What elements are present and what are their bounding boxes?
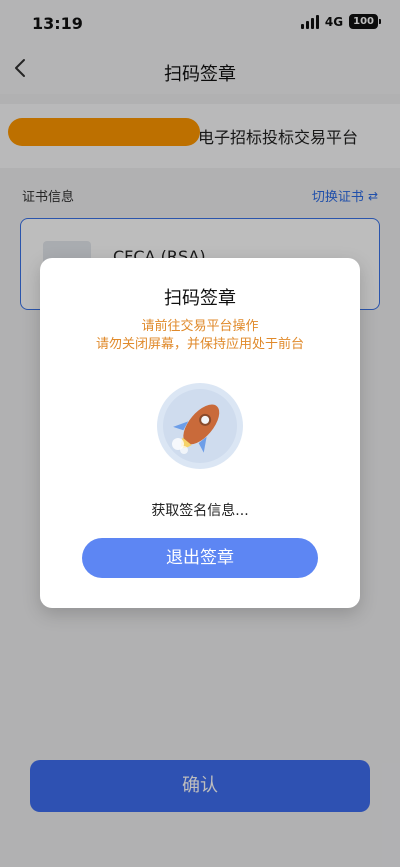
exit-sign-button[interactable]: 退出签章 — [82, 538, 318, 578]
modal-title: 扫码签章 — [164, 288, 236, 309]
notice-line-1: 请前往交易平台操作 — [141, 319, 259, 334]
modal-status-text: 获取签名信息... — [151, 503, 249, 519]
rocket-icon — [156, 382, 244, 470]
scan-sign-modal: 扫码签章 请前往交易平台操作 请勿关闭屏幕，并保持应用处于前台 获取签名信息..… — [40, 258, 360, 608]
notice-line-2: 请勿关闭屏幕，并保持应用处于前台 — [95, 337, 304, 352]
modal-notice: 请前往交易平台操作 请勿关闭屏幕，并保持应用处于前台 — [40, 318, 360, 354]
